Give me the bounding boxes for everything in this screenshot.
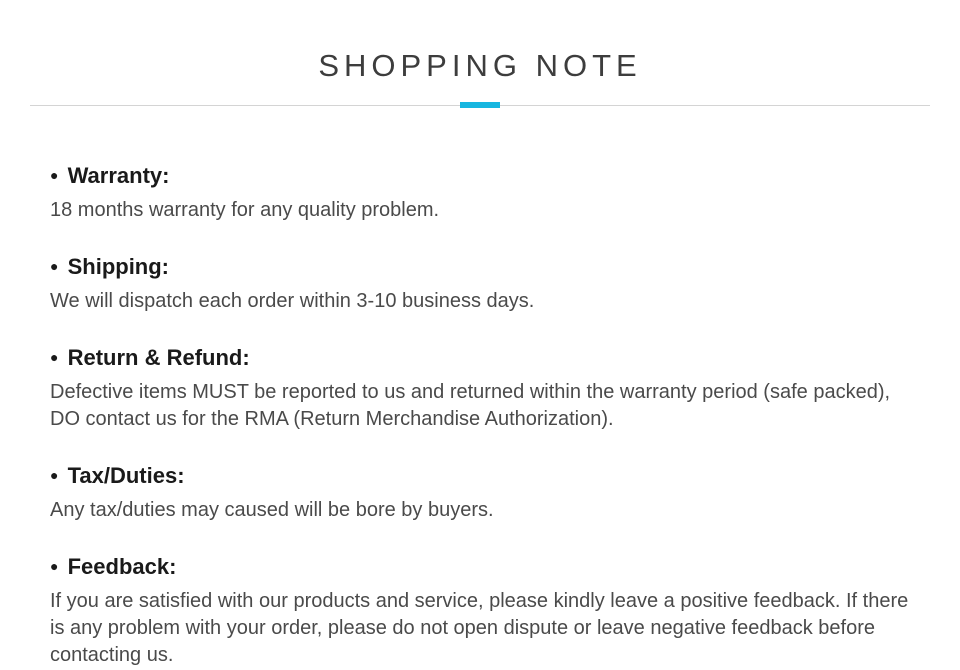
section-body: 18 months warranty for any quality probl… <box>50 197 910 224</box>
heading-text: Feedback: <box>68 554 177 579</box>
section-tax-duties: ● Tax/Duties: Any tax/duties may caused … <box>50 463 910 524</box>
heading-text: Warranty: <box>68 163 170 188</box>
section-heading: ● Feedback: <box>50 554 910 580</box>
section-feedback: ● Feedback: If you are satisfied with ou… <box>50 554 910 669</box>
page-title: SHOPPING NOTE <box>0 48 960 102</box>
section-body: We will dispatch each order within 3-10 … <box>50 288 910 315</box>
section-heading: ● Tax/Duties: <box>50 463 910 489</box>
heading-text: Tax/Duties: <box>68 463 185 488</box>
bullet-icon: ● <box>50 558 58 574</box>
accent-bar <box>460 102 500 108</box>
section-warranty: ● Warranty: 18 months warranty for any q… <box>50 163 910 224</box>
section-body: Any tax/duties may caused will be bore b… <box>50 497 910 524</box>
page-container: SHOPPING NOTE ● Warranty: 18 months warr… <box>0 0 960 670</box>
content-area: ● Warranty: 18 months warranty for any q… <box>0 108 960 669</box>
bullet-icon: ● <box>50 349 58 365</box>
section-heading: ● Shipping: <box>50 254 910 280</box>
heading-text: Return & Refund: <box>68 345 250 370</box>
section-body: Defective items MUST be reported to us a… <box>50 379 910 433</box>
section-return-refund: ● Return & Refund: Defective items MUST … <box>50 345 910 433</box>
page-header: SHOPPING NOTE <box>0 0 960 108</box>
section-heading: ● Return & Refund: <box>50 345 910 371</box>
bullet-icon: ● <box>50 467 58 483</box>
section-body: If you are satisfied with our products a… <box>50 588 910 669</box>
heading-text: Shipping: <box>68 254 169 279</box>
bullet-icon: ● <box>50 258 58 274</box>
section-shipping: ● Shipping: We will dispatch each order … <box>50 254 910 315</box>
title-divider <box>30 102 930 108</box>
section-heading: ● Warranty: <box>50 163 910 189</box>
bullet-icon: ● <box>50 167 58 183</box>
